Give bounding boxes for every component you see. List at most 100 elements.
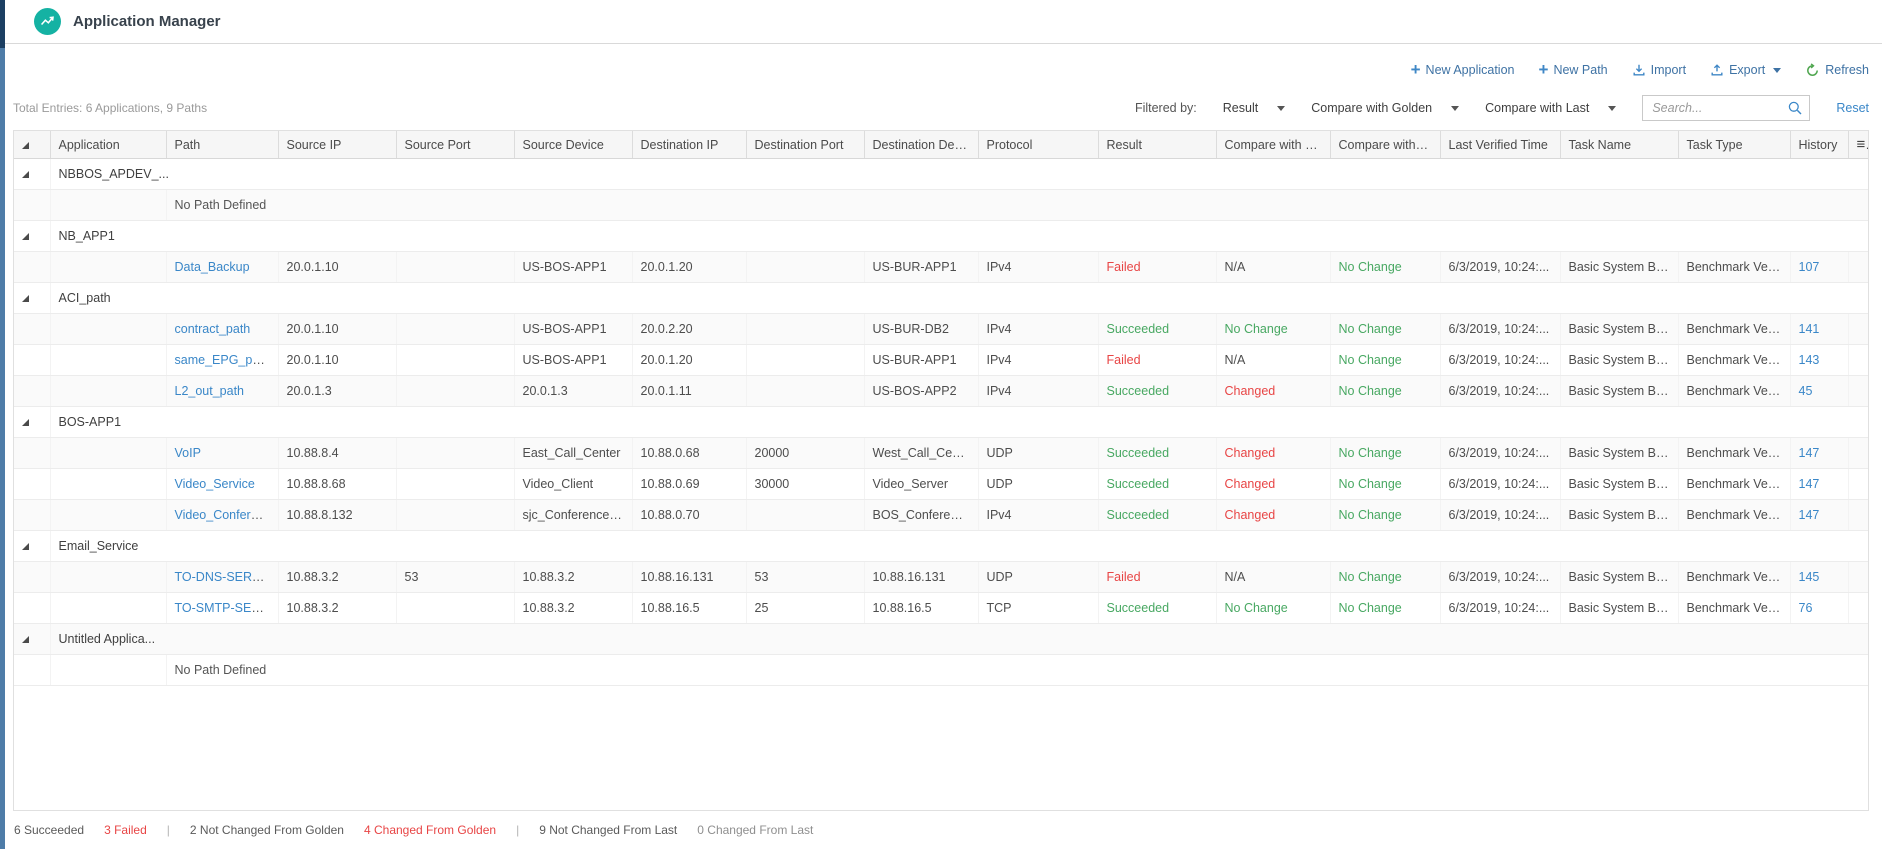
column-header-task-name[interactable]: Task Name	[1560, 131, 1678, 159]
path-row: Video_Service10.88.8.68Video_Client10.88…	[14, 469, 1869, 500]
compare-golden-cell: Changed	[1216, 376, 1330, 407]
protocol-cell: IPv4	[978, 500, 1098, 531]
history-link[interactable]: 147	[1799, 508, 1820, 522]
history-link[interactable]: 107	[1799, 260, 1820, 274]
filter-dropdown-result[interactable]: Result	[1223, 101, 1285, 115]
collapse-group-icon[interactable]	[22, 233, 29, 240]
history-link[interactable]: 147	[1799, 446, 1820, 460]
reset-button[interactable]: Reset	[1836, 101, 1869, 115]
history-cell: 76	[1790, 593, 1848, 624]
path-link[interactable]: Video_Conferen...	[175, 508, 276, 522]
empty-cell	[14, 469, 50, 500]
column-header-destination-devi[interactable]: Destination Devi...	[864, 131, 978, 159]
destination-ip-cell: 10.88.0.69	[632, 469, 746, 500]
column-header-source-ip[interactable]: Source IP	[278, 131, 396, 159]
group-expand-cell[interactable]	[14, 407, 50, 438]
search-input[interactable]	[1642, 95, 1810, 121]
collapse-group-icon[interactable]	[22, 295, 29, 302]
group-expand-cell[interactable]	[14, 531, 50, 562]
path-link[interactable]: Video_Service	[175, 477, 255, 491]
column-header-source-port[interactable]: Source Port	[396, 131, 514, 159]
path-row: L2_out_path20.0.1.320.0.1.320.0.1.11US-B…	[14, 376, 1869, 407]
history-link[interactable]: 76	[1799, 601, 1813, 615]
toolbar: + New Application + New Path Import Expo…	[13, 60, 1869, 80]
column-header-compare-with-la[interactable]: Compare with La...	[1330, 131, 1440, 159]
compare-last-cell: No Change	[1330, 345, 1440, 376]
column-header-path[interactable]: Path	[166, 131, 278, 159]
collapse-all-header-cell[interactable]	[14, 131, 50, 159]
history-link[interactable]: 143	[1799, 353, 1820, 367]
column-header-application[interactable]: Application	[50, 131, 166, 159]
column-header-destination-ip[interactable]: Destination IP	[632, 131, 746, 159]
path-link[interactable]: VoIP	[175, 446, 201, 460]
search-icon[interactable]	[1787, 100, 1803, 116]
source-device-cell: US-BOS-APP1	[514, 345, 632, 376]
export-button[interactable]: Export	[1710, 63, 1781, 77]
column-header-last-verified-time[interactable]: Last Verified Time	[1440, 131, 1560, 159]
path-cell: TO-DNS-SERVER	[166, 562, 278, 593]
column-header-history[interactable]: History	[1790, 131, 1848, 159]
destination-port-cell	[746, 314, 864, 345]
collapse-group-icon[interactable]	[22, 636, 29, 643]
path-link[interactable]: Data_Backup	[175, 260, 250, 274]
path-link[interactable]: contract_path	[175, 322, 251, 336]
row-menu-cell	[1848, 314, 1869, 345]
group-row: NB_APP1	[14, 221, 1869, 252]
refresh-button[interactable]: Refresh	[1805, 63, 1869, 78]
column-header-result[interactable]: Result	[1098, 131, 1216, 159]
import-icon	[1632, 63, 1646, 77]
destination-device-cell: 10.88.16.5	[864, 593, 978, 624]
new-application-button[interactable]: + New Application	[1411, 63, 1515, 77]
path-link[interactable]: TO-DNS-SERVER	[175, 570, 278, 584]
column-header-compare-with-g[interactable]: Compare with G...	[1216, 131, 1330, 159]
group-expand-cell[interactable]	[14, 624, 50, 655]
filter-golden-value: Compare with Golden	[1311, 101, 1432, 115]
source-port-cell: 53	[396, 562, 514, 593]
path-link[interactable]: L2_out_path	[175, 384, 245, 398]
history-cell: 145	[1790, 562, 1848, 593]
empty-cell	[14, 345, 50, 376]
group-expand-cell[interactable]	[14, 221, 50, 252]
filter-dropdown-compare-with-golden[interactable]: Compare with Golden	[1311, 101, 1459, 115]
column-header-protocol[interactable]: Protocol	[978, 131, 1098, 159]
last-verified-time-cell: 6/3/2019, 10:24:...	[1440, 469, 1560, 500]
collapse-all-icon[interactable]	[22, 142, 29, 149]
protocol-cell: UDP	[978, 438, 1098, 469]
footer-divider: |	[167, 823, 170, 837]
grid-menu-icon[interactable]: ≡	[1857, 136, 1870, 153]
import-button[interactable]: Import	[1632, 63, 1686, 77]
path-cell: Video_Conferen...	[166, 500, 278, 531]
history-link[interactable]: 147	[1799, 477, 1820, 491]
history-link[interactable]: 45	[1799, 384, 1813, 398]
new-path-button[interactable]: + New Path	[1539, 63, 1608, 77]
compare-golden-cell: Changed	[1216, 469, 1330, 500]
result-cell: Failed	[1098, 252, 1216, 283]
column-header-source-device[interactable]: Source Device	[514, 131, 632, 159]
group-expand-cell[interactable]	[14, 283, 50, 314]
empty-cell	[14, 562, 50, 593]
group-expand-cell[interactable]	[14, 159, 50, 190]
collapse-group-icon[interactable]	[22, 419, 29, 426]
history-cell: 45	[1790, 376, 1848, 407]
destination-port-cell	[746, 345, 864, 376]
summary-stat-3-failed: 3 Failed	[104, 823, 147, 837]
grid-menu-header-cell[interactable]: ≡	[1848, 131, 1869, 159]
path-row: VoIP10.88.8.4East_Call_Center10.88.0.682…	[14, 438, 1869, 469]
column-header-destination-port[interactable]: Destination Port	[746, 131, 864, 159]
path-link[interactable]: same_EPG_path	[175, 353, 270, 367]
compare-golden-cell: Changed	[1216, 500, 1330, 531]
filter-dropdown-compare-with-last[interactable]: Compare with Last	[1485, 101, 1616, 115]
history-link[interactable]: 145	[1799, 570, 1820, 584]
application-cell	[50, 252, 166, 283]
path-link[interactable]: TO-SMTP-SERVER	[175, 601, 279, 615]
history-link[interactable]: 141	[1799, 322, 1820, 336]
collapse-group-icon[interactable]	[22, 171, 29, 178]
column-header-task-type[interactable]: Task Type	[1678, 131, 1790, 159]
summary-stat-2-not-changed-from-golden: 2 Not Changed From Golden	[190, 823, 344, 837]
summary-footer: 6 Succeeded3 Failed|2 Not Changed From G…	[13, 823, 1869, 837]
path-cell: same_EPG_path	[166, 345, 278, 376]
protocol-cell: UDP	[978, 469, 1098, 500]
group-row: NBBOS_APDEV_...	[14, 159, 1869, 190]
group-row: Email_Service	[14, 531, 1869, 562]
collapse-group-icon[interactable]	[22, 543, 29, 550]
